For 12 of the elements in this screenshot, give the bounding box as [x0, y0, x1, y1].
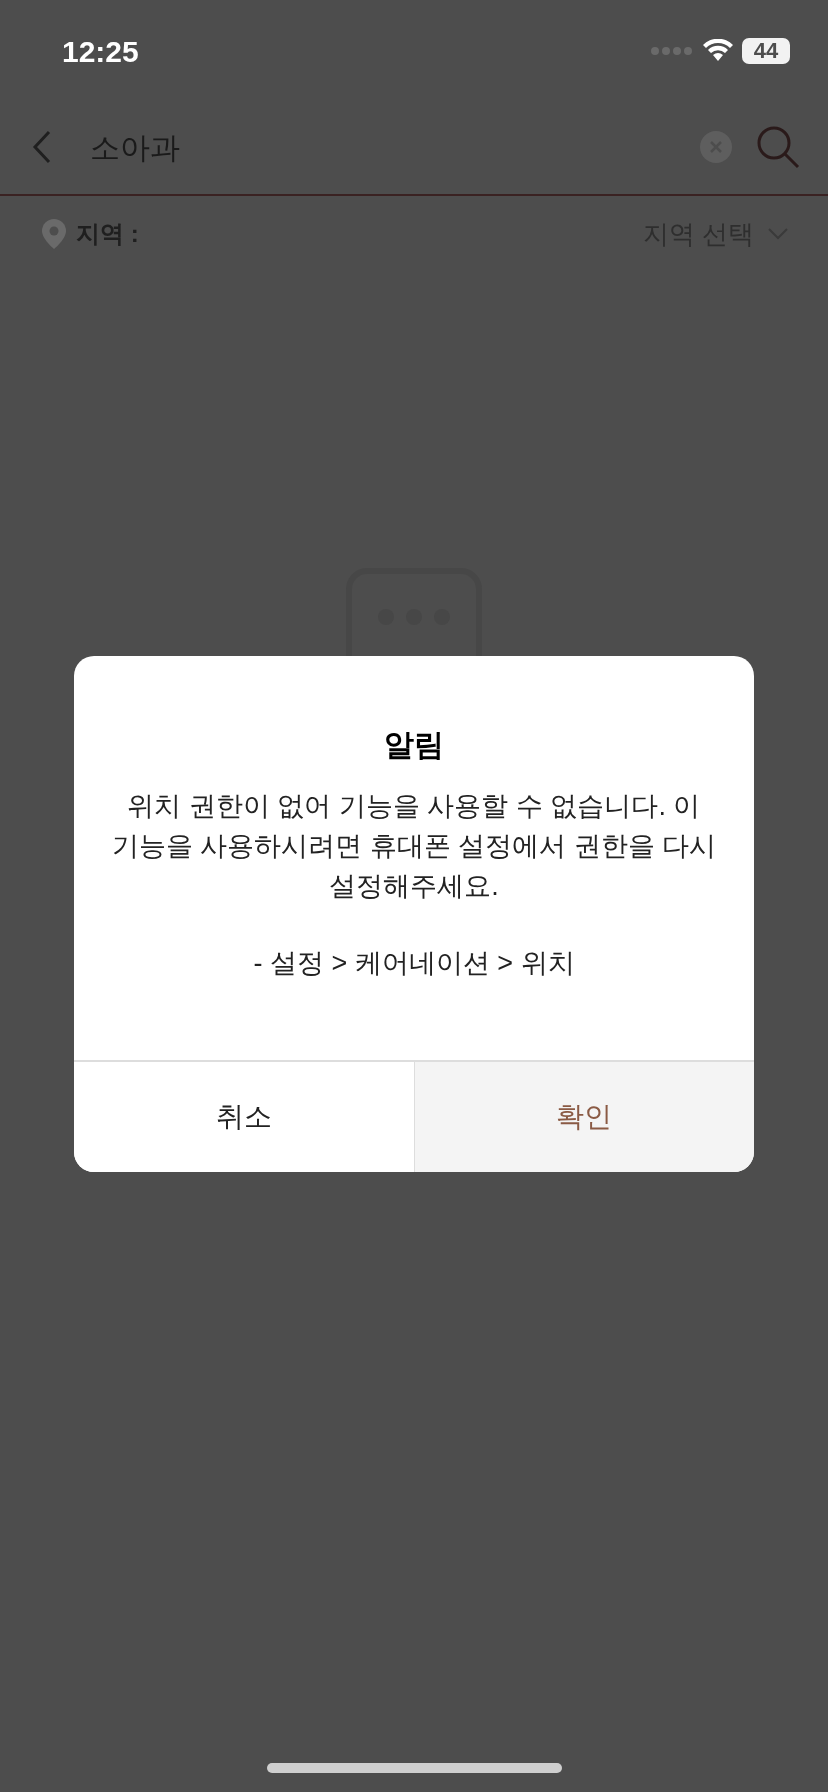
- wifi-icon: [702, 39, 734, 63]
- confirm-button[interactable]: 확인: [413, 1061, 754, 1172]
- search-icon[interactable]: [756, 125, 800, 169]
- dialog-message: 위치 권한이 없어 기능을 사용할 수 없습니다. 이 기능을 사용하시려면 휴대폰 설정에서 권한을 다시 설정해주세요.: [110, 789, 718, 903]
- status-time: 12:25: [62, 33, 139, 70]
- location-pin-icon: [42, 219, 66, 249]
- empty-chat-icon: [346, 568, 482, 656]
- back-icon[interactable]: [32, 130, 52, 164]
- signal-icon: [650, 46, 694, 56]
- settings-path: - 설정 > 케어네이션 > 위치: [253, 946, 575, 980]
- dialog-title: 알림: [384, 727, 444, 763]
- battery-icon: 44: [742, 38, 790, 64]
